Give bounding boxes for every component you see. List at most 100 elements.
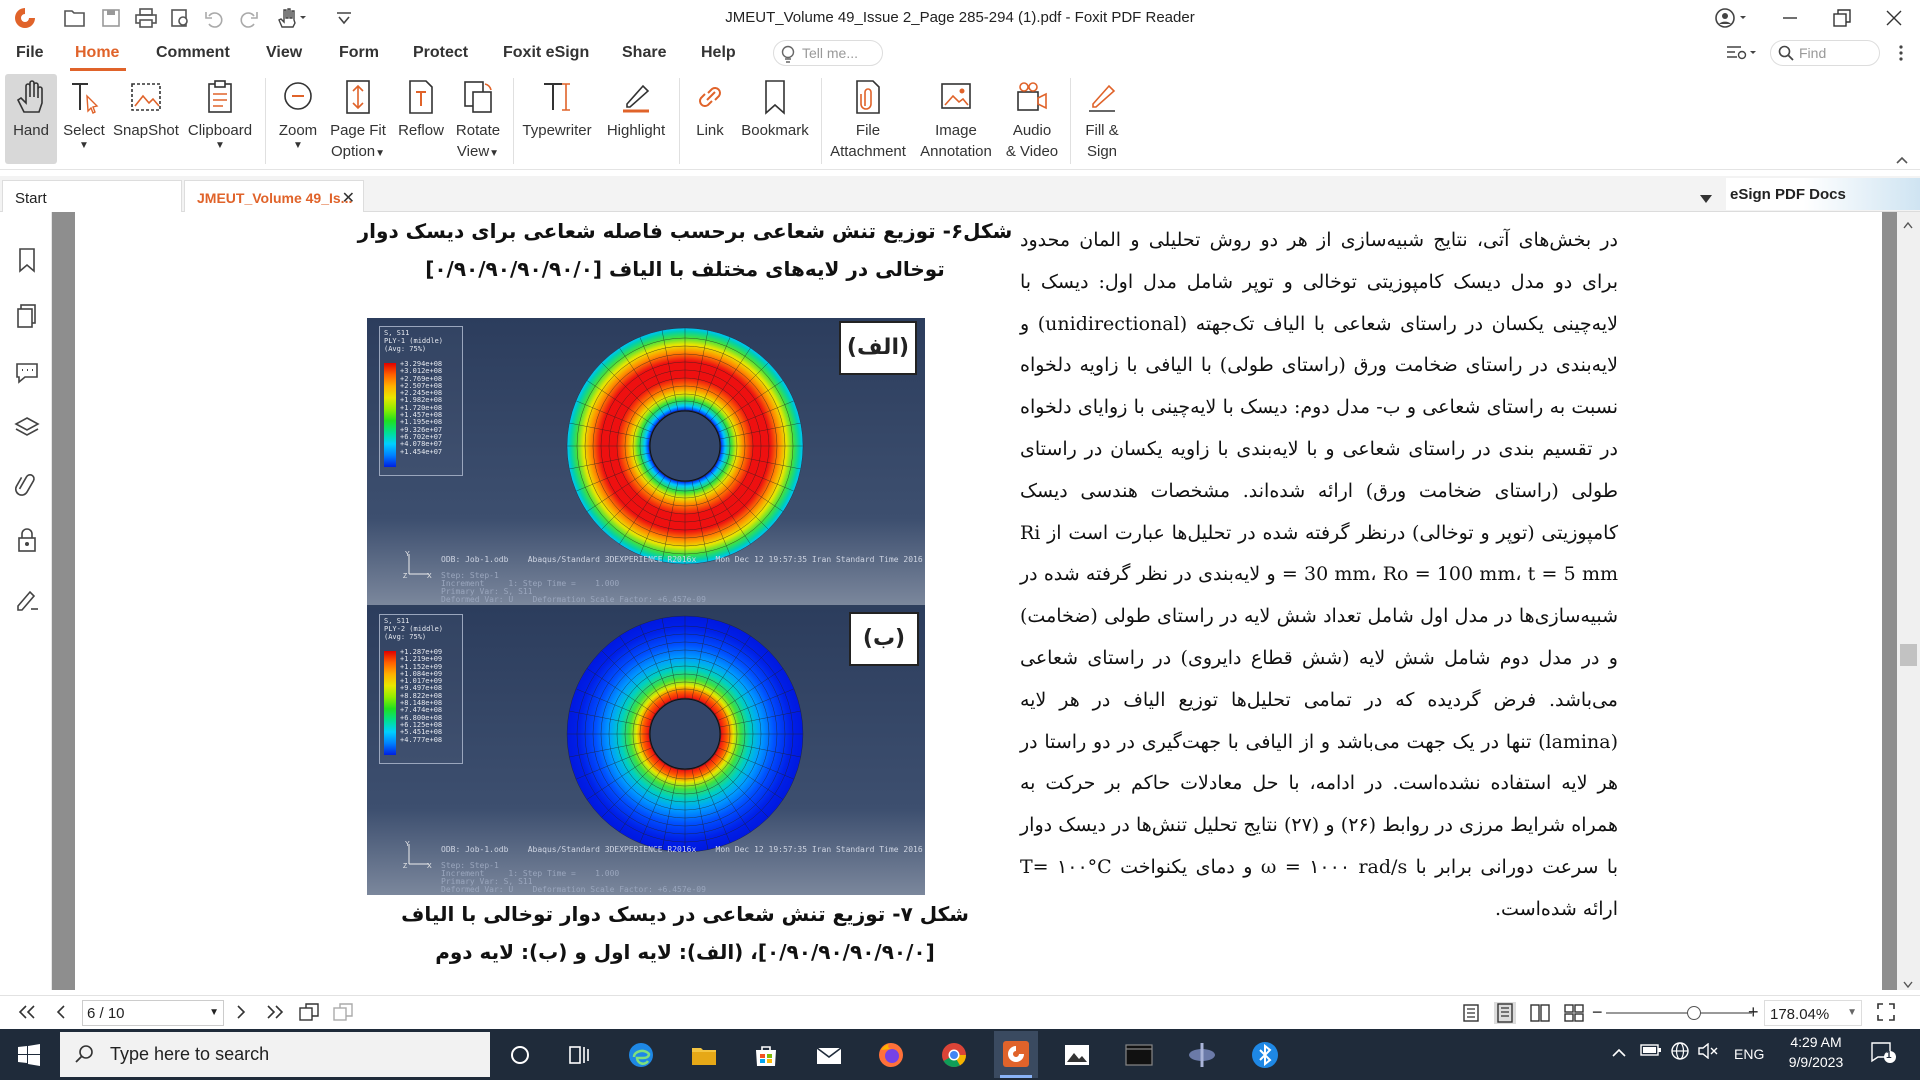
reflow-button[interactable]: Reflow <box>394 74 448 164</box>
menu-home[interactable]: Home <box>75 44 119 62</box>
tab-list-dropdown-icon[interactable] <box>1700 190 1712 207</box>
mail-icon[interactable] <box>814 1040 844 1070</box>
zoom-in-icon[interactable]: + <box>1748 1002 1759 1023</box>
zoom-level-input[interactable]: 178.04% ▼ <box>1764 1000 1862 1026</box>
vertical-scrollbar[interactable] <box>1897 212 1920 990</box>
layers-panel-icon[interactable] <box>13 414 41 442</box>
search-icon <box>1778 45 1794 65</box>
edge-browser-icon[interactable] <box>626 1040 656 1070</box>
collapse-ribbon-icon[interactable] <box>1895 152 1909 169</box>
cortana-icon[interactable] <box>505 1040 535 1070</box>
extract-pages-icon[interactable] <box>298 1002 320 1026</box>
menu-foxit-esign[interactable]: Foxit eSign <box>503 44 589 62</box>
terminal-icon[interactable] <box>1124 1040 1154 1070</box>
zoom-button[interactable]: Zoom ▼ <box>272 74 324 164</box>
disk-contour-b <box>566 615 804 853</box>
snapshot-icon <box>131 83 161 111</box>
first-page-icon[interactable] <box>16 1004 38 1024</box>
select-tool-button[interactable]: Select ▼ <box>58 74 110 164</box>
continuous-facing-view-icon[interactable] <box>1564 1004 1584 1026</box>
facing-view-icon[interactable] <box>1530 1004 1550 1026</box>
signature-panel-icon[interactable] <box>13 584 41 612</box>
hand-tool-button[interactable]: Hand <box>5 74 57 164</box>
input-language[interactable]: ENG <box>1734 1046 1764 1062</box>
zoom-dropdown-icon[interactable]: ▼ <box>1847 1007 1857 1018</box>
typewriter-button[interactable]: Typewriter <box>520 74 594 164</box>
notification-center-icon[interactable]: 1 <box>1870 1041 1896 1066</box>
network-app-icon[interactable] <box>1187 1040 1217 1070</box>
account-icon[interactable] <box>1712 6 1750 30</box>
taskbar-search-placeholder: Type here to search <box>110 1044 270 1064</box>
menu-view[interactable]: View <box>266 44 302 62</box>
menu-comment[interactable]: Comment <box>156 44 230 62</box>
tab-document[interactable]: JMEUT_Volume 49_Is... ✕ <box>184 180 364 212</box>
network-globe-icon[interactable] <box>1670 1041 1690 1064</box>
page-number-input[interactable]: 6 / 10 ▼ <box>82 1000 224 1026</box>
continuous-view-icon[interactable] <box>1494 1002 1516 1024</box>
tab-start[interactable]: Start <box>2 180 182 212</box>
file-attachment-button[interactable]: File Attachment <box>828 74 908 164</box>
next-page-icon[interactable] <box>234 1004 248 1024</box>
page-dropdown-icon[interactable]: ▼ <box>209 1007 219 1018</box>
single-page-view-icon[interactable] <box>1462 1004 1480 1026</box>
full-screen-icon[interactable] <box>1876 1002 1896 1026</box>
menu-protect[interactable]: Protect <box>413 44 468 62</box>
attachments-panel-icon[interactable] <box>13 470 41 498</box>
previous-page-icon[interactable] <box>54 1004 68 1024</box>
task-view-icon[interactable] <box>564 1040 594 1070</box>
close-window-icon[interactable] <box>1880 6 1908 30</box>
zoom-out-icon[interactable]: − <box>1592 1002 1603 1023</box>
bookmark-button[interactable]: Bookmark <box>736 74 814 164</box>
pages-panel-icon[interactable] <box>13 302 41 330</box>
taskbar-search-box[interactable]: Type here to search <box>60 1032 490 1077</box>
snapshot-button[interactable]: SnapShot <box>112 74 180 164</box>
link-button[interactable]: Link <box>686 74 734 164</box>
page-fit-option-button[interactable]: Page Fit Option▼ <box>326 74 390 164</box>
last-page-icon[interactable] <box>264 1004 286 1024</box>
photos-icon[interactable] <box>1062 1040 1092 1070</box>
restore-icon[interactable] <box>1828 6 1856 30</box>
comments-panel-icon[interactable] <box>13 358 41 386</box>
scroll-thumb[interactable] <box>1900 644 1917 666</box>
zoom-slider[interactable] <box>1606 1012 1752 1014</box>
page-fit-icon <box>346 80 370 114</box>
legend-b-title2: PLY-2 (middle) <box>384 625 444 633</box>
scroll-down-icon[interactable] <box>1903 976 1913 989</box>
security-lock-icon[interactable] <box>13 526 41 554</box>
search-options-icon[interactable] <box>1726 44 1760 66</box>
menu-form[interactable]: Form <box>339 44 379 62</box>
fill-sign-button[interactable]: Fill & Sign <box>1076 74 1128 164</box>
scroll-up-icon[interactable] <box>1903 216 1913 229</box>
bluetooth-icon[interactable] <box>1250 1040 1280 1070</box>
page-number-value: 6 / 10 <box>87 1005 125 1022</box>
file-attachment-line1: File <box>855 122 881 139</box>
zoom-slider-handle[interactable] <box>1687 1006 1701 1020</box>
audio-video-button[interactable]: Audio & Video <box>1002 74 1062 164</box>
minimize-icon[interactable] <box>1776 6 1804 30</box>
foxit-taskbar-active[interactable] <box>994 1031 1038 1078</box>
image-annotation-button[interactable]: Image Annotation <box>912 74 1000 164</box>
menu-help[interactable]: Help <box>701 44 736 62</box>
lightbulb-icon <box>780 45 796 67</box>
esign-banner[interactable]: eSign PDF Docs <box>1726 178 1920 210</box>
close-tab-icon[interactable]: ✕ <box>342 188 355 208</box>
windows-start-icon[interactable] <box>18 1044 40 1070</box>
menu-file[interactable]: File <box>16 44 44 62</box>
highlight-button[interactable]: Highlight <box>598 74 674 164</box>
insert-pages-icon[interactable] <box>332 1002 354 1026</box>
menu-share[interactable]: Share <box>622 44 666 62</box>
bookmarks-panel-icon[interactable] <box>13 246 41 274</box>
file-explorer-icon[interactable] <box>689 1040 719 1070</box>
more-options-icon[interactable] <box>1898 44 1904 66</box>
volume-muted-icon[interactable] <box>1698 1042 1718 1062</box>
figure-label-a: (الف) <box>839 321 917 375</box>
rotate-view-button[interactable]: Rotate View▼ <box>450 74 506 164</box>
clock[interactable]: 4:29 AM 9/9/2023 <box>1776 1034 1856 1070</box>
chrome-icon[interactable] <box>939 1040 969 1070</box>
battery-icon[interactable] <box>1640 1043 1662 1060</box>
microsoft-store-icon[interactable] <box>751 1040 781 1070</box>
clipboard-button[interactable]: Clipboard ▼ <box>184 74 256 164</box>
firefox-icon[interactable] <box>876 1040 906 1070</box>
show-hidden-icons[interactable] <box>1611 1045 1627 1061</box>
axis-triad-icon: Y X Z <box>403 841 432 870</box>
